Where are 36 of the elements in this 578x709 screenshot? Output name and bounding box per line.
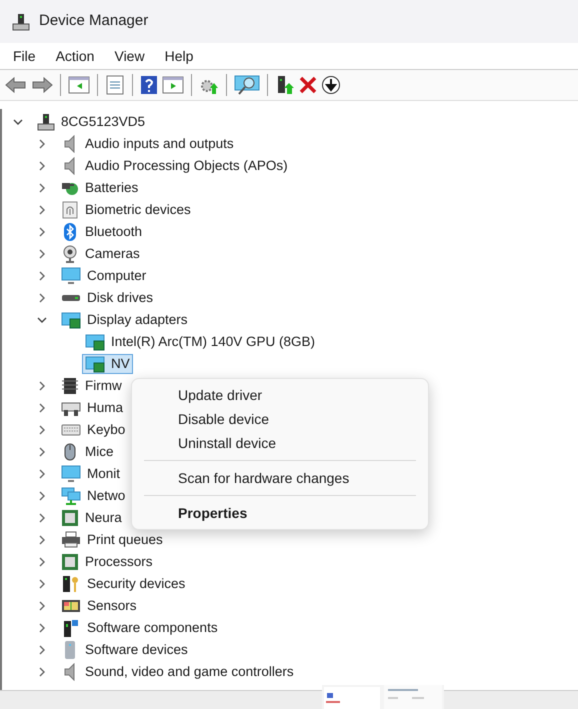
tree-item[interactable]: Intel(R) Arc(TM) 140V GPU (8GB) — [82, 332, 318, 352]
tree-item[interactable]: Bluetooth — [58, 222, 146, 242]
tree-item[interactable]: Security devices — [58, 574, 188, 594]
tree-item[interactable]: Mice — [58, 442, 117, 462]
tree-item[interactable]: Sound, video and game controllers — [58, 662, 297, 682]
menu-item[interactable]: Properties — [132, 501, 428, 525]
tree-item[interactable]: NV — [82, 354, 133, 374]
menu-item[interactable]: Disable device — [132, 407, 428, 431]
menu-item[interactable]: Update driver — [132, 383, 428, 407]
tree-item[interactable]: 8CG5123VD5 — [34, 112, 148, 132]
tree-item[interactable]: Huma — [58, 398, 126, 418]
tree-item[interactable]: Sensors — [58, 596, 140, 616]
menu-item[interactable]: File — [4, 44, 45, 68]
tree-item[interactable]: Software devices — [58, 640, 191, 660]
tree-item[interactable]: Monit — [58, 464, 124, 484]
tree-item[interactable]: Processors — [58, 552, 156, 572]
tree-item[interactable]: Biometric devices — [58, 200, 194, 220]
tree-item[interactable]: Netwo — [58, 486, 128, 506]
tree-item[interactable]: Computer — [58, 266, 150, 286]
tree-item[interactable]: Keybo — [58, 420, 128, 440]
menu-item[interactable]: Action — [46, 44, 104, 68]
tree-item[interactable]: Neura — [58, 508, 125, 528]
menu-item[interactable]: View — [105, 44, 154, 68]
tree-item[interactable]: Audio Processing Objects (APOs) — [58, 156, 291, 176]
menu-item[interactable]: Scan for hardware changes — [132, 466, 428, 490]
tree-item[interactable]: Print queues — [58, 530, 166, 550]
window-title: Device Manager — [39, 11, 148, 32]
menu-item[interactable]: Uninstall device — [132, 431, 428, 455]
tree-item[interactable]: Cameras — [58, 244, 143, 264]
tree-item[interactable]: Audio inputs and outputs — [58, 134, 237, 154]
tree-item[interactable]: Firmw — [58, 376, 125, 396]
tree-item[interactable]: Batteries — [58, 178, 142, 198]
menu-item[interactable]: Help — [156, 44, 202, 68]
tree-item[interactable]: Software components — [58, 618, 221, 638]
tree-item[interactable]: Display adapters — [58, 310, 191, 330]
tree-item[interactable]: Disk drives — [58, 288, 156, 308]
